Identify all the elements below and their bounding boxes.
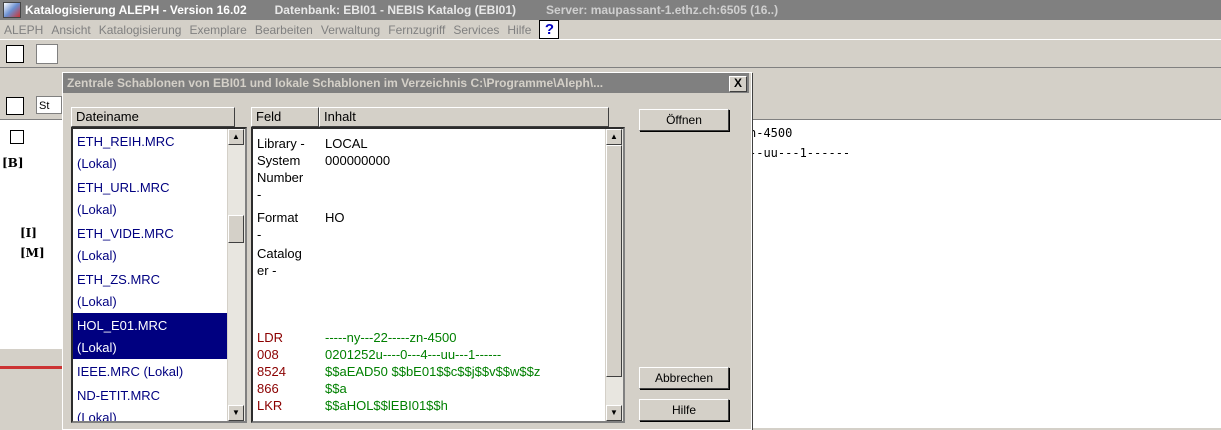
field-value: HO: [325, 210, 345, 225]
file-location: (Lokal): [77, 248, 117, 263]
file-list-items: ETH_REIH.MRC (Lokal) ETH_URL.MRC (Lokal) ETH…: [73, 129, 245, 423]
scroll-down-icon[interactable]: ▼: [228, 405, 244, 421]
scroll-thumb[interactable]: [228, 215, 244, 243]
file-location: (Lokal): [77, 202, 117, 217]
file-name: ETH_VIDE.MRC: [77, 226, 174, 241]
record-tree-panel: [B] [I] [M]: [0, 120, 65, 360]
menu-verwaltung[interactable]: Verwaltung: [321, 23, 380, 37]
file-list-item[interactable]: IEEE.MRC (Lokal): [73, 359, 245, 383]
field-label: -: [257, 187, 262, 202]
field-label: Catalog: [257, 246, 302, 261]
window-icon[interactable]: [6, 97, 24, 115]
menu-katalogisierung[interactable]: Katalogisierung: [99, 23, 182, 37]
marc-value: $$aEAD50 $$bE01$$c$$j$$v$$w$$z: [325, 364, 541, 379]
menu-ansicht[interactable]: Ansicht: [51, 23, 90, 37]
dialog-title: Zentrale Schablonen von EBI01 und lokale…: [67, 76, 604, 90]
marc-tag: LKR: [257, 398, 283, 413]
server-label: Server: maupassant-1.ethz.ch:6505 (16..): [546, 3, 779, 17]
scroll-up-icon[interactable]: ▲: [228, 129, 244, 145]
record-line: n-4500: [749, 126, 793, 140]
file-name: IEEE.MRC (Lokal): [77, 364, 184, 379]
field-value: 000000000: [325, 153, 391, 168]
aleph-app-icon: [3, 2, 21, 18]
document-icon[interactable]: [10, 130, 24, 144]
column-header-dateiname[interactable]: Dateiname: [71, 107, 235, 127]
marc-tag: LDR: [257, 330, 284, 345]
open-button[interactable]: Öffnen: [639, 109, 729, 131]
toolbar-row-1: [0, 41, 1221, 68]
field-label: Number: [257, 170, 304, 185]
scroll-down-icon[interactable]: ▼: [606, 405, 622, 421]
file-name: ETH_REIH.MRC: [77, 134, 175, 149]
file-location: (Lokal): [77, 410, 117, 423]
field-label: er -: [257, 263, 277, 278]
template-dialog: Zentrale Schablonen von EBI01 und lokale…: [62, 72, 752, 430]
record-line: --uu---1------: [749, 146, 851, 160]
window-title-bar[interactable]: Katalogisierung ALEPH - Version 16.02 Da…: [0, 0, 1221, 20]
marc-value: $$a: [325, 381, 347, 396]
file-location: (Lokal): [77, 156, 117, 171]
file-location: (Lokal): [77, 294, 117, 309]
panel-divider: [0, 366, 64, 369]
marc-value: -----ny---22-----zn-4500: [325, 330, 457, 345]
file-list-scrollbar[interactable]: ▲ ▼: [227, 129, 245, 421]
marc-tag: 866: [257, 381, 279, 396]
marc-value: 0201252u----0---4---uu---1------: [325, 347, 502, 362]
marc-tag: 8524: [257, 364, 286, 379]
menu-exemplare[interactable]: Exemplare: [189, 23, 246, 37]
marc-value: $$aHOL$$lEBI01$$h: [325, 398, 448, 413]
cancel-button[interactable]: Abbrechen: [639, 367, 729, 389]
file-list-item[interactable]: ETH_ZS.MRC (Lokal): [73, 267, 245, 313]
field-label: Format: [257, 210, 299, 225]
field-label: Library -: [257, 136, 305, 151]
field-label: -: [257, 227, 262, 242]
close-icon[interactable]: X: [729, 76, 747, 92]
file-list-item[interactable]: ETH_URL.MRC (Lokal): [73, 175, 245, 221]
menu-services[interactable]: Services: [453, 23, 499, 37]
record-icon[interactable]: [6, 45, 24, 63]
database-label: Datenbank: EBI01 - NEBIS Katalog (EBI01): [274, 3, 517, 17]
tree-horizontal-scrollbar[interactable]: [0, 348, 64, 365]
menu-bar: ALEPH Ansicht Katalogisierung Exemplare …: [0, 20, 1221, 40]
help-button[interactable]: Hilfe: [639, 399, 729, 421]
preview-scrollbar[interactable]: ▲ ▼: [605, 129, 623, 421]
scroll-up-icon[interactable]: ▲: [606, 129, 622, 145]
menu-aleph[interactable]: ALEPH: [4, 23, 43, 37]
column-header-feld[interactable]: Feld: [251, 107, 319, 127]
tree-node-i[interactable]: [I]: [20, 226, 37, 240]
file-list-item[interactable]: ETH_VIDE.MRC (Lokal): [73, 221, 245, 267]
field-label: System: [257, 153, 301, 168]
tree-node-b[interactable]: [B]: [2, 156, 24, 170]
file-list-item[interactable]: ETH_REIH.MRC (Lokal): [73, 129, 245, 175]
file-list[interactable]: ETH_REIH.MRC (Lokal) ETH_URL.MRC (Lokal) ETH…: [71, 127, 247, 423]
file-list-item[interactable]: HOL_E01.MRC (Lokal): [73, 313, 245, 359]
file-list-item[interactable]: ND-ETIT.MRC (Lokal): [73, 383, 245, 423]
marc-tag: 008: [257, 347, 279, 362]
file-name: ETH_ZS.MRC: [77, 272, 161, 287]
scroll-thumb[interactable]: [606, 145, 622, 377]
column-header-inhalt[interactable]: Inhalt: [319, 107, 609, 127]
menu-bearbeiten[interactable]: Bearbeiten: [255, 23, 313, 37]
field-value: LOCAL: [325, 136, 368, 151]
template-preview[interactable]: Library - LOCAL System 000000000 Number …: [251, 127, 625, 423]
menu-hilfe[interactable]: Hilfe: [507, 23, 531, 37]
dialog-title-bar[interactable]: Zentrale Schablonen von EBI01 und lokale…: [63, 73, 749, 93]
file-name: ETH_URL.MRC: [77, 180, 170, 195]
record-editor-panel: n-4500 --uu---1------: [745, 120, 1221, 428]
file-name: ND-ETIT.MRC: [77, 388, 161, 403]
file-location: (Lokal): [77, 340, 117, 355]
window-title: Katalogisierung ALEPH - Version 16.02: [25, 3, 247, 17]
toolbar-input[interactable]: St: [36, 96, 62, 114]
menu-fernzugriff[interactable]: Fernzugriff: [388, 23, 445, 37]
help-question-icon[interactable]: ?: [539, 20, 560, 39]
tree-node-m[interactable]: [M]: [20, 246, 45, 260]
file-name: HOL_E01.MRC: [77, 318, 168, 333]
toolbar-field[interactable]: [36, 44, 58, 64]
